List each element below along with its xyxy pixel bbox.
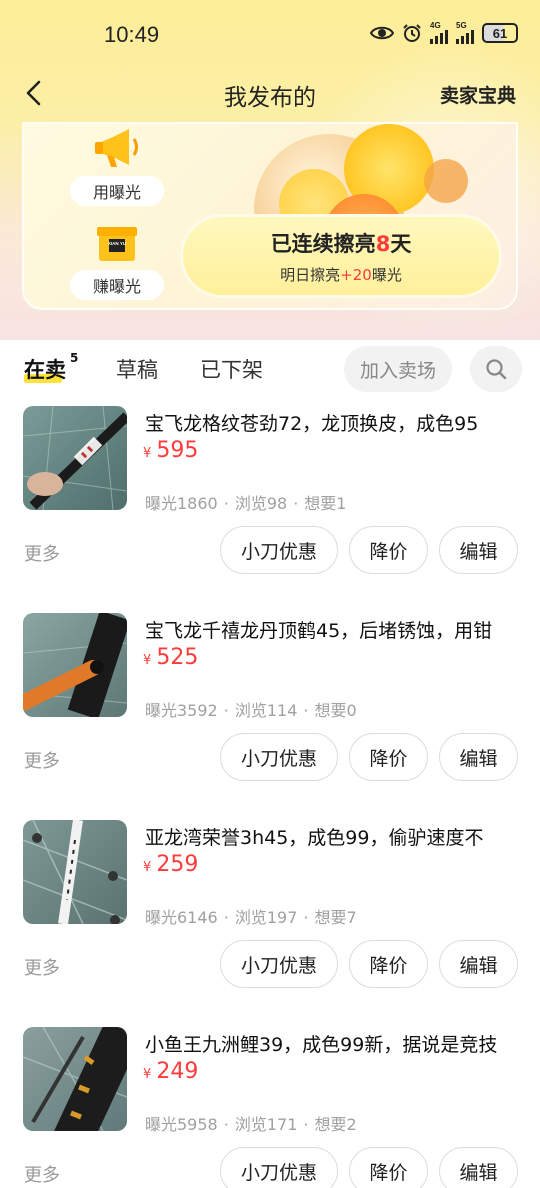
price-drop-button[interactable]: 降价 <box>349 733 428 781</box>
polish-streak-button[interactable]: 已连续擦亮8天 明日擦亮+20曝光 <box>180 214 502 298</box>
edit-button[interactable]: 编辑 <box>439 733 518 781</box>
signal-4g-icon: 4G <box>430 22 448 44</box>
stat-views: 浏览114 <box>234 701 298 720</box>
streak-suffix: 天 <box>390 232 412 256</box>
listing-stats: 曝光5958 · 浏览171 · 想要2 <box>145 1115 357 1134</box>
fishing-rod-image <box>23 1027 127 1131</box>
edit-button[interactable]: 编辑 <box>439 940 518 988</box>
stat-wants: 想要0 <box>314 701 357 720</box>
alarm-icon <box>403 24 421 42</box>
small-discount-button[interactable]: 小刀优惠 <box>220 526 338 574</box>
status-icons: 4G 5G 61 <box>370 22 518 44</box>
battery-icon: 61 <box>482 23 518 43</box>
streak-text: 已连续擦亮8天 <box>183 228 499 258</box>
listing-title[interactable]: 小鱼王九洲鲤39，成色99新，据说是竞技 <box>145 1030 517 1057</box>
stat-exposure: 曝光3592 <box>145 701 218 720</box>
status-bar: 10:49 4G 5G 61 <box>0 0 540 70</box>
listing-stats: 曝光6146 · 浏览197 · 想要7 <box>145 908 357 927</box>
listing-title[interactable]: 亚龙湾荣誉3h45，成色99，偷驴速度不 <box>145 823 517 850</box>
listing-price: ¥ 595 <box>143 438 198 463</box>
tab-drafts[interactable]: 草稿 <box>116 354 158 384</box>
search-button[interactable] <box>470 346 522 392</box>
signal-5g-icon: 5G <box>456 22 474 44</box>
price-value: 595 <box>156 438 199 463</box>
tomorrow-prefix: 明日擦亮 <box>280 266 341 284</box>
more-button[interactable]: 更多 <box>24 954 60 980</box>
tab-on-sale-label: 在卖 <box>24 358 66 382</box>
box-logo-text: XIAN YU <box>108 241 126 246</box>
fishing-rod-image <box>23 820 127 924</box>
stat-wants: 想要1 <box>304 494 347 513</box>
more-button[interactable]: 更多 <box>24 540 60 566</box>
price-value: 249 <box>156 1059 199 1084</box>
join-market-button[interactable]: 加入卖场 <box>344 346 452 392</box>
price-currency: ¥ <box>143 446 152 461</box>
stat-exposure: 曝光6146 <box>145 908 218 927</box>
tab-on-sale-count: 5 <box>70 351 79 365</box>
gift-box-icon: XIAN YU <box>97 227 137 261</box>
status-time: 10:49 <box>104 22 160 47</box>
listing-item: 宝飞龙千禧龙丹顶鹤45，后堵锈蚀，用钳 ¥ 525 曝光3592 · 浏览114 · 想… <box>0 613 540 820</box>
more-button[interactable]: 更多 <box>24 1161 60 1187</box>
listing-thumbnail[interactable] <box>23 613 127 717</box>
listing-tabs: 在卖 5 草稿 已下架 加入卖场 <box>0 344 540 394</box>
price-value: 259 <box>156 852 199 877</box>
listing-title[interactable]: 宝飞龙千禧龙丹顶鹤45，后堵锈蚀，用钳 <box>145 616 517 643</box>
seller-guide-link[interactable]: 卖家宝典 <box>440 81 516 108</box>
tomorrow-suffix: 曝光 <box>371 266 402 284</box>
eye-icon <box>370 26 394 40</box>
net-label-4g: 4G <box>430 21 441 30</box>
use-exposure-label: 用曝光 <box>70 176 164 206</box>
tomorrow-bonus-text: 明日擦亮+20曝光 <box>183 264 499 285</box>
streak-days: 8 <box>375 232 391 256</box>
listing-item: 小鱼王九洲鲤39，成色99新，据说是竞技 ¥ 249 曝光5958 · 浏览171 ·… <box>0 1027 540 1188</box>
price-currency: ¥ <box>143 1067 152 1082</box>
listing-price: ¥ 249 <box>143 1059 198 1084</box>
small-discount-button[interactable]: 小刀优惠 <box>220 733 338 781</box>
search-icon <box>486 359 507 380</box>
exposure-promo-card: 用曝光 XIAN YU 赚曝光 已连续擦亮8天 明日擦亮+20曝光 <box>22 122 518 310</box>
listing-price: ¥ 525 <box>143 645 198 670</box>
price-drop-button[interactable]: 降价 <box>349 526 428 574</box>
more-button[interactable]: 更多 <box>24 747 60 773</box>
listing-thumbnail[interactable] <box>23 1027 127 1131</box>
tab-delisted[interactable]: 已下架 <box>200 354 263 384</box>
price-value: 525 <box>156 645 199 670</box>
stat-views: 浏览197 <box>234 908 298 927</box>
price-currency: ¥ <box>143 653 152 668</box>
listing-item: 宝飞龙格纹苍劲72，龙顶换皮，成色95 ¥ 595 曝光1860 · 浏览98 · 想要… <box>0 406 540 613</box>
listing-stats: 曝光3592 · 浏览114 · 想要0 <box>145 701 357 720</box>
small-discount-button[interactable]: 小刀优惠 <box>220 1147 338 1188</box>
stat-views: 浏览171 <box>234 1115 298 1134</box>
earn-exposure-label: 赚曝光 <box>70 270 164 300</box>
tomorrow-bonus: +20 <box>340 266 372 284</box>
megaphone-icon <box>95 129 138 167</box>
listing-thumbnail[interactable] <box>23 406 127 510</box>
price-currency: ¥ <box>143 860 152 875</box>
listing-title[interactable]: 宝飞龙格纹苍劲72，龙顶换皮，成色95 <box>145 409 517 436</box>
price-drop-button[interactable]: 降价 <box>349 940 428 988</box>
net-label-5g: 5G <box>456 21 467 30</box>
listing-price: ¥ 259 <box>143 852 198 877</box>
edit-button[interactable]: 编辑 <box>439 1147 518 1188</box>
stat-views: 浏览98 <box>234 494 288 513</box>
tab-on-sale[interactable]: 在卖 5 <box>24 351 78 384</box>
small-discount-button[interactable]: 小刀优惠 <box>220 940 338 988</box>
fishing-rod-image <box>23 406 127 510</box>
use-exposure-entry[interactable]: 用曝光 <box>70 126 164 206</box>
listing-item: 亚龙湾荣誉3h45，成色99，偷驴速度不 ¥ 259 曝光6146 · 浏览197 ·… <box>0 820 540 1027</box>
listing-stats: 曝光1860 · 浏览98 · 想要1 <box>145 494 347 513</box>
price-drop-button[interactable]: 降价 <box>349 1147 428 1188</box>
edit-button[interactable]: 编辑 <box>439 526 518 574</box>
stat-wants: 想要7 <box>314 908 357 927</box>
nav-bar: 我发布的 卖家宝典 <box>0 70 540 116</box>
stat-exposure: 曝光1860 <box>145 494 218 513</box>
earn-exposure-entry[interactable]: XIAN YU 赚曝光 <box>70 220 164 300</box>
listing-thumbnail[interactable] <box>23 820 127 924</box>
stat-wants: 想要2 <box>314 1115 357 1134</box>
fishing-rod-image <box>23 613 127 717</box>
stat-exposure: 曝光5958 <box>145 1115 218 1134</box>
streak-prefix: 已连续擦亮 <box>270 232 376 256</box>
